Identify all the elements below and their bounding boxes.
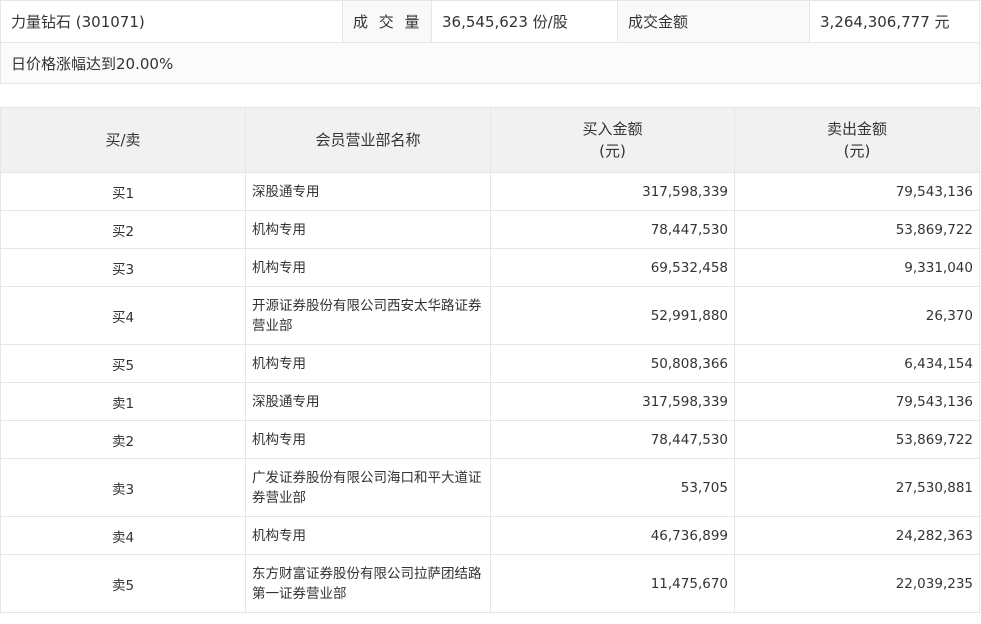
row-side: 卖5 [0, 554, 246, 613]
row-sell-amount: 79,543,136 [734, 382, 980, 421]
table-row: 卖2 机构专用 78,447,530 53,869,722 [0, 420, 980, 459]
volume-value: 36,545,623 份/股 [431, 0, 618, 43]
row-buy-amount: 46,736,899 [490, 516, 735, 555]
reason-row: 日价格涨幅达到20.00% [0, 42, 980, 84]
row-buy-amount: 52,991,880 [490, 286, 735, 345]
table-row: 卖5 东方财富证券股份有限公司拉萨团结路第一证券营业部 11,475,670 2… [0, 554, 980, 613]
table-row: 卖1 深股通专用 317,598,339 79,543,136 [0, 382, 980, 421]
header-buy-amount: 买入金额 (元) [490, 107, 735, 173]
row-buy-amount: 53,705 [490, 458, 735, 517]
row-broker-name: 深股通专用 [245, 382, 491, 421]
stock-name: 力量钻石 (301071) [0, 0, 343, 43]
table-row: 买1 深股通专用 317,598,339 79,543,136 [0, 172, 980, 211]
row-side: 卖1 [0, 382, 246, 421]
amount-label: 成交金额 [617, 0, 810, 43]
row-broker-name: 机构专用 [245, 210, 491, 249]
row-side: 买5 [0, 344, 246, 383]
listing-reason: 日价格涨幅达到20.00% [0, 42, 980, 84]
header-sell-unit: (元) [843, 142, 871, 160]
header-sell-amount: 卖出金额 (元) [734, 107, 980, 173]
row-broker-name: 机构专用 [245, 344, 491, 383]
row-side: 卖2 [0, 420, 246, 459]
table-row: 卖4 机构专用 46,736,899 24,282,363 [0, 516, 980, 555]
row-buy-amount: 317,598,339 [490, 172, 735, 211]
row-side: 卖4 [0, 516, 246, 555]
row-side: 买4 [0, 286, 246, 345]
row-broker-name: 东方财富证券股份有限公司拉萨团结路第一证券营业部 [245, 554, 491, 613]
row-buy-amount: 11,475,670 [490, 554, 735, 613]
row-side: 买2 [0, 210, 246, 249]
row-sell-amount: 6,434,154 [734, 344, 980, 383]
row-sell-amount: 26,370 [734, 286, 980, 345]
table-row: 买4 开源证券股份有限公司西安太华路证券营业部 52,991,880 26,37… [0, 286, 980, 345]
row-side: 买3 [0, 248, 246, 287]
header-broker-name: 会员营业部名称 [245, 107, 491, 173]
header-sell-label: 卖出金额 [826, 120, 887, 138]
row-sell-amount: 24,282,363 [734, 516, 980, 555]
table-row: 买5 机构专用 50,808,366 6,434,154 [0, 344, 980, 383]
row-side: 卖3 [0, 458, 246, 517]
row-broker-name: 开源证券股份有限公司西安太华路证券营业部 [245, 286, 491, 345]
broker-detail-table: 买/卖 会员营业部名称 买入金额 (元) 卖出金额 (元) 买1 深股通专用 3… [0, 107, 980, 613]
row-sell-amount: 53,869,722 [734, 210, 980, 249]
row-buy-amount: 69,532,458 [490, 248, 735, 287]
row-sell-amount: 53,869,722 [734, 420, 980, 459]
row-sell-amount: 9,331,040 [734, 248, 980, 287]
header-side: 买/卖 [0, 107, 246, 173]
row-side: 买1 [0, 172, 246, 211]
row-broker-name: 深股通专用 [245, 172, 491, 211]
table-row: 买3 机构专用 69,532,458 9,331,040 [0, 248, 980, 287]
row-sell-amount: 27,530,881 [734, 458, 980, 517]
row-broker-name: 机构专用 [245, 516, 491, 555]
summary-row: 力量钻石 (301071) 成 交 量 36,545,623 份/股 成交金额 … [0, 0, 980, 43]
summary-table: 力量钻石 (301071) 成 交 量 36,545,623 份/股 成交金额 … [0, 0, 980, 84]
row-sell-amount: 22,039,235 [734, 554, 980, 613]
row-buy-amount: 78,447,530 [490, 210, 735, 249]
volume-label: 成 交 量 [342, 0, 432, 43]
row-buy-amount: 317,598,339 [490, 382, 735, 421]
table-row: 卖3 广发证券股份有限公司海口和平大道证券营业部 53,705 27,530,8… [0, 458, 980, 517]
amount-value: 3,264,306,777 元 [809, 0, 980, 43]
header-buy-label: 买入金额 [582, 120, 643, 138]
header-buy-unit: (元) [599, 142, 626, 160]
row-sell-amount: 79,543,136 [734, 172, 980, 211]
row-buy-amount: 50,808,366 [490, 344, 735, 383]
row-broker-name: 广发证券股份有限公司海口和平大道证券营业部 [245, 458, 491, 517]
table-row: 买2 机构专用 78,447,530 53,869,722 [0, 210, 980, 249]
row-broker-name: 机构专用 [245, 420, 491, 459]
row-buy-amount: 78,447,530 [490, 420, 735, 459]
row-broker-name: 机构专用 [245, 248, 491, 287]
header-row: 买/卖 会员营业部名称 买入金额 (元) 卖出金额 (元) [0, 107, 980, 173]
